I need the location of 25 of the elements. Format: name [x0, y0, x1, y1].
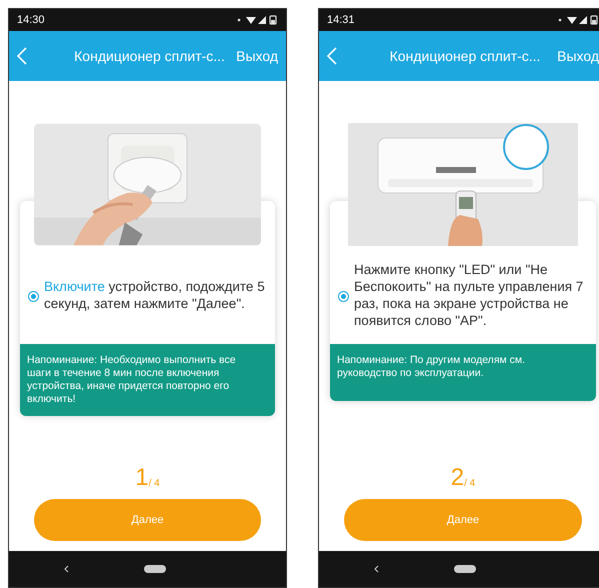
- exit-button[interactable]: Выход: [236, 46, 278, 66]
- next-button[interactable]: Далее: [344, 499, 582, 541]
- back-icon: [17, 47, 27, 65]
- home-button[interactable]: [144, 565, 166, 573]
- status-time: 14:31: [327, 12, 355, 28]
- back-icon[interactable]: [64, 565, 69, 573]
- instruction-text: Включите устройство, подождите 5 секунд, затем нажмите "Далее".: [44, 278, 266, 312]
- screen-title: Кондиционер сплит-с...: [388, 46, 542, 66]
- current-step: 1: [135, 465, 149, 491]
- exit-button[interactable]: Выход: [557, 46, 599, 66]
- status-icons: [557, 15, 599, 25]
- power-on-link[interactable]: Включите: [44, 279, 105, 294]
- back-icon: [327, 47, 337, 65]
- total-steps: / 4: [148, 477, 160, 491]
- current-step: 2: [450, 465, 464, 491]
- home-button[interactable]: [454, 565, 476, 573]
- instruction-text: Нажмите кнопку "LED" или "Не Беспокоить" на пульте управления 7 раз, пока на экране устройства не появится слово "AP".: [354, 261, 584, 329]
- reminder-note: Напоминание: Необходимо выполнить все шаги в течение 8 мин после включения устройства, иначе придется повторно его включить!: [20, 344, 275, 416]
- reminder-note: Напоминание: По другим моделям см. руководство по эксплуатации.: [330, 344, 596, 401]
- status-icons: [236, 15, 278, 25]
- screen-title: Кондиционер сплит-с...: [73, 46, 226, 66]
- total-steps: / 4: [464, 477, 476, 491]
- status-time: 14:30: [17, 12, 45, 28]
- back-icon[interactable]: [374, 565, 379, 573]
- next-button[interactable]: Далее: [34, 499, 261, 541]
